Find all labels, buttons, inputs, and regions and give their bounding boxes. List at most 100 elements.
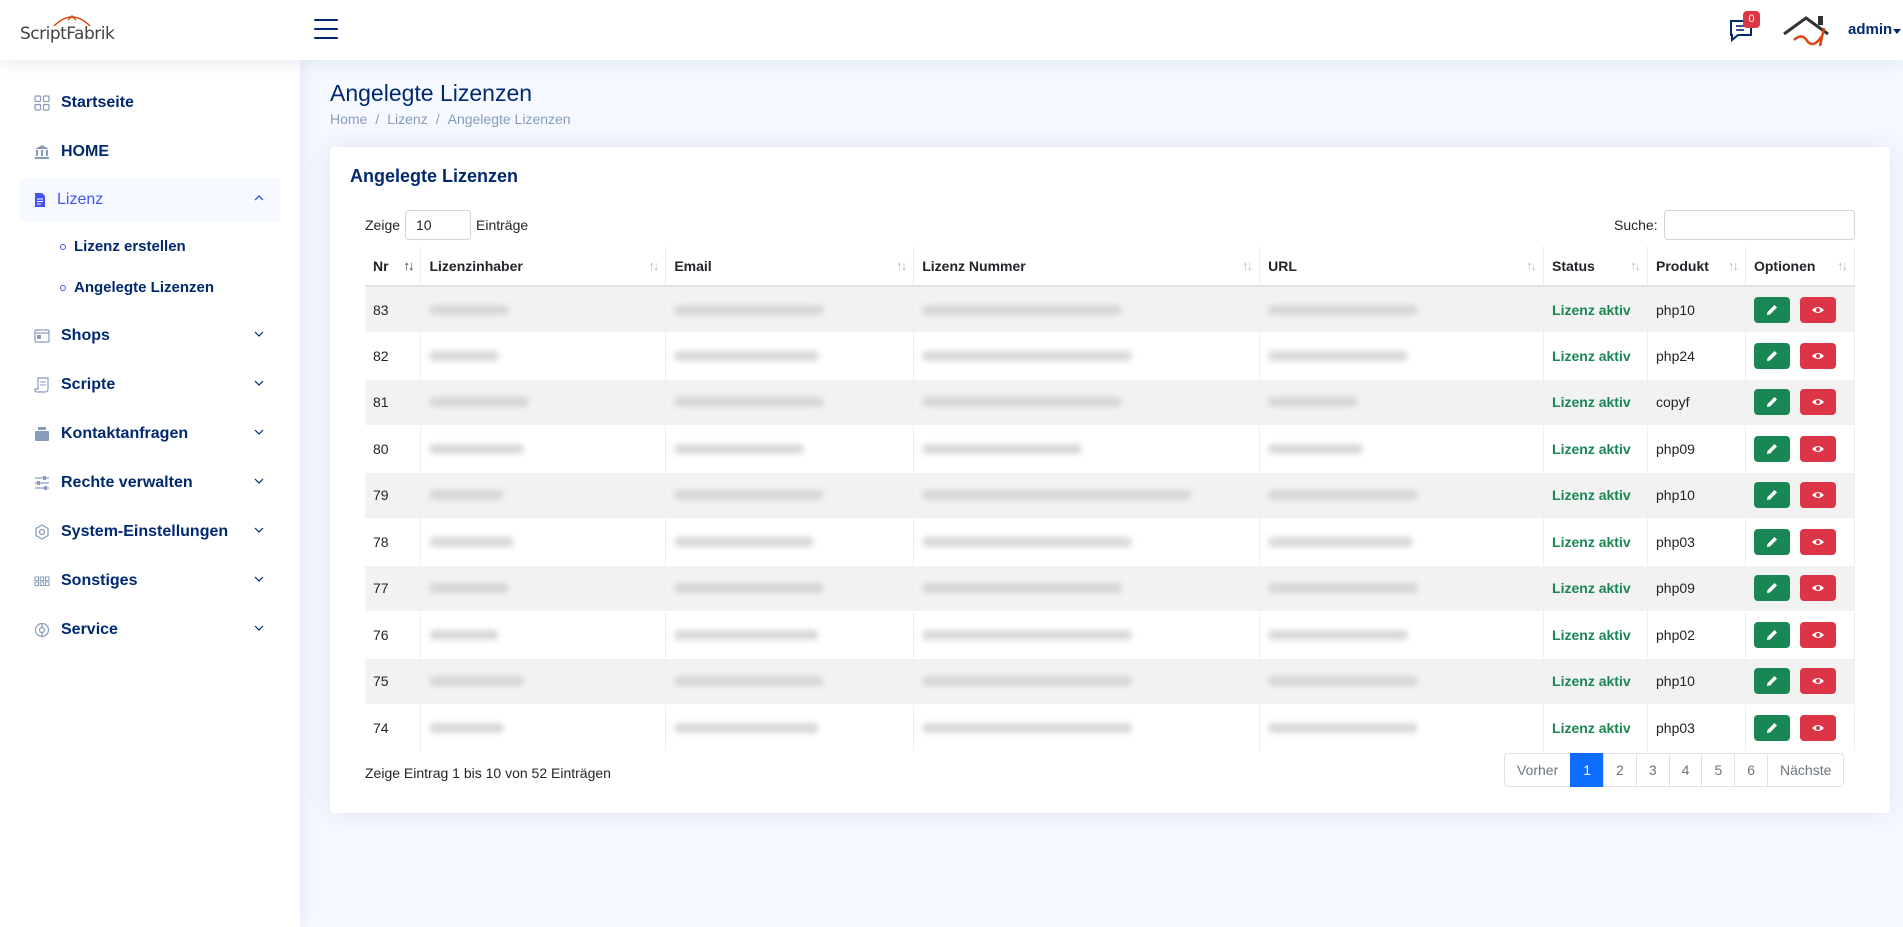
cell-lizenz-nummer-redacted [913, 332, 1261, 380]
sidebar-item-sonstiges[interactable]: Sonstiges [20, 559, 280, 603]
column-header-lizenzinhaber[interactable]: Lizenzinhaber ↑↓ [420, 246, 667, 287]
sidebar-item-label: Sonstiges [61, 572, 138, 589]
cell-lizenzinhaber-redacted [420, 425, 667, 473]
cell-nr: 83 [365, 286, 422, 333]
status-badge: Lizenz aktiv [1552, 487, 1631, 504]
view-button[interactable] [1799, 435, 1836, 462]
status-badge: Lizenz aktiv [1552, 580, 1631, 597]
edit-button[interactable] [1753, 435, 1790, 462]
view-button[interactable] [1799, 342, 1836, 369]
edit-button[interactable] [1753, 528, 1790, 555]
status-badge: Lizenz aktiv [1552, 673, 1631, 690]
eye-icon [1811, 724, 1824, 731]
edit-button[interactable] [1753, 342, 1790, 369]
sidebar-item-scripte[interactable]: Scripte [20, 363, 280, 407]
pagination-page-6[interactable]: 6 [1734, 753, 1769, 787]
pagination-page-4[interactable]: 4 [1668, 753, 1703, 787]
sidebar-item-system-einstellungen[interactable]: System-Einstellungen [20, 510, 280, 554]
entries-length-input[interactable] [405, 210, 471, 240]
edit-button[interactable] [1753, 482, 1790, 509]
chevron-down-icon [254, 429, 264, 435]
sort-icon: ↑↓ [896, 258, 907, 273]
pagination-page-5[interactable]: 5 [1701, 753, 1736, 787]
cell-lizenzinhaber-redacted [420, 286, 667, 333]
breadcrumb-lizenz-link[interactable]: Lizenz [387, 111, 427, 127]
column-header-nr[interactable]: Nr ↑↓ [365, 246, 422, 287]
breadcrumb-separator: / [435, 111, 440, 127]
cell-optionen [1745, 286, 1856, 333]
edit-button[interactable] [1753, 668, 1790, 695]
cell-lizenzinhaber-redacted [420, 611, 667, 659]
sidebar-toggle-button[interactable] [314, 19, 338, 41]
cell-url-redacted [1259, 286, 1545, 333]
cell-lizenz-nummer-redacted [913, 658, 1261, 705]
cell-optionen [1745, 425, 1856, 473]
edit-button[interactable] [1753, 621, 1790, 648]
pagination-prev-button[interactable]: Vorher [1504, 753, 1572, 787]
edit-button[interactable] [1753, 296, 1790, 323]
circle-icon [60, 244, 66, 250]
pagination-page-2[interactable]: 2 [1603, 753, 1637, 787]
breadcrumb-home-link[interactable]: Home [330, 111, 367, 127]
column-header-lizenz-nummer[interactable]: Lizenz Nummer ↑↓ [913, 246, 1261, 287]
view-button[interactable] [1799, 296, 1836, 323]
eye-icon [1811, 352, 1824, 359]
caret-down-icon[interactable] [1893, 29, 1901, 34]
view-button[interactable] [1799, 528, 1836, 555]
sidebar-item-home[interactable]: HOME [20, 130, 280, 174]
view-button[interactable] [1799, 714, 1836, 741]
column-header-produkt[interactable]: Produkt ↑↓ [1647, 246, 1746, 287]
top-header: ScriptFabrik 0 admin [0, 0, 1903, 60]
redacted-text [922, 397, 1123, 408]
sidebar-item-kontaktanfragen[interactable]: Kontaktanfragen [20, 412, 280, 456]
inbox-icon [35, 427, 49, 441]
length-label: Zeige [365, 217, 401, 233]
cell-nr: 82 [365, 332, 422, 380]
sidebar-item-label: Startseite [61, 94, 134, 111]
sidebar-item-rechte-verwalten[interactable]: Rechte verwalten [20, 461, 280, 505]
pencil-icon [1766, 583, 1777, 594]
pagination-page-1[interactable]: 1 [1570, 753, 1605, 787]
redacted-text [1268, 397, 1359, 408]
edit-button[interactable] [1753, 714, 1790, 741]
sidebar-item-startseite[interactable]: Startseite [20, 81, 280, 125]
redacted-text [922, 490, 1193, 501]
pagination-page-3[interactable]: 3 [1635, 753, 1670, 787]
cell-email-redacted [665, 611, 915, 659]
column-header-status[interactable]: Status ↑↓ [1543, 246, 1648, 287]
view-button[interactable] [1799, 389, 1836, 416]
redacted-text [429, 536, 515, 547]
edit-button[interactable] [1753, 575, 1790, 602]
column-header-url[interactable]: URL ↑↓ [1259, 246, 1545, 287]
cell-status: Lizenz aktiv [1543, 704, 1648, 752]
cell-optionen [1745, 332, 1856, 380]
edit-button[interactable] [1753, 389, 1790, 416]
logo[interactable]: ScriptFabrik [20, 14, 115, 44]
cell-status: Lizenz aktiv [1543, 565, 1648, 612]
cell-nr: 74 [365, 704, 422, 752]
status-badge: Lizenz aktiv [1552, 626, 1631, 643]
chevron-down-icon [254, 527, 264, 533]
cell-nr: 80 [365, 425, 422, 473]
sidebar-item-shops[interactable]: Shops [20, 314, 280, 358]
view-button[interactable] [1799, 668, 1836, 695]
cell-produkt: php10 [1647, 658, 1746, 705]
view-button[interactable] [1799, 482, 1836, 509]
search-input[interactable] [1664, 210, 1855, 240]
user-name[interactable]: admin [1848, 21, 1892, 38]
column-header-optionen[interactable]: Optionen ↑↓ [1745, 246, 1856, 287]
pagination-next-button[interactable]: Nächste [1767, 753, 1845, 787]
cell-lizenz-nummer-redacted [913, 472, 1261, 519]
logo-text: ScriptFabrik [20, 24, 115, 44]
sidebar-item-service[interactable]: Service [20, 608, 280, 652]
sidebar-item-label: HOME [61, 143, 109, 160]
cell-email-redacted [665, 286, 915, 333]
cell-status: Lizenz aktiv [1543, 472, 1648, 519]
view-button[interactable] [1799, 575, 1836, 602]
cell-lizenzinhaber-redacted [420, 379, 667, 426]
column-header-email[interactable]: Email ↑↓ [665, 246, 915, 287]
view-button[interactable] [1799, 621, 1836, 648]
sidebar-item-lizenz[interactable]: Lizenz [20, 178, 280, 222]
status-badge: Lizenz aktiv [1552, 394, 1631, 411]
avatar[interactable] [1780, 12, 1840, 48]
